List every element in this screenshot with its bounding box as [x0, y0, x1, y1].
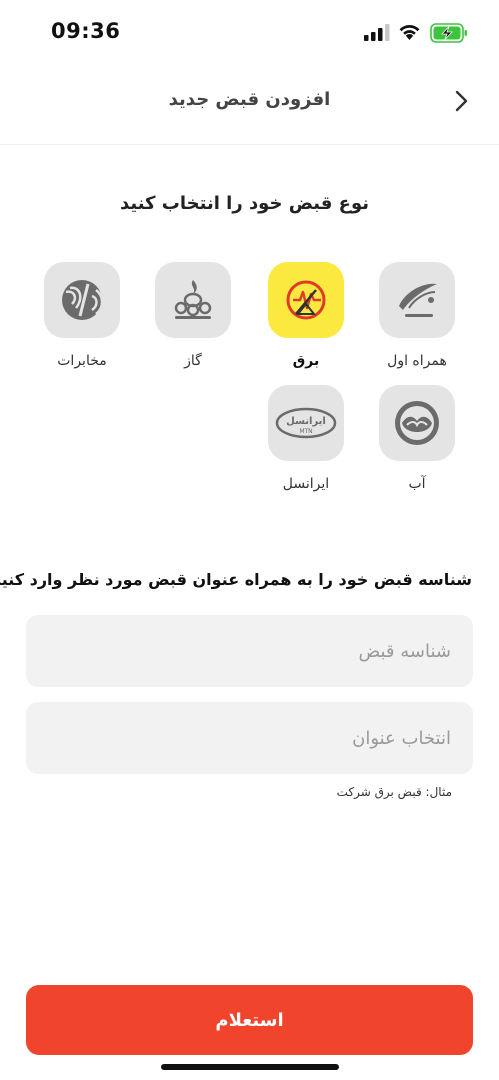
hamrah-aval-logo-icon [399, 283, 437, 317]
bill-type-telecom[interactable]: مخابرات [43, 262, 121, 369]
tile-label: آب [408, 476, 426, 492]
tile-label: گاز [184, 353, 202, 369]
tile-label: ایرانسل [282, 476, 330, 492]
bill-identification-title: شناسه قبض خود را به همراه عنوان قبض مورد… [0, 570, 472, 589]
gas-logo-icon [174, 280, 212, 319]
tile-label: برق [292, 353, 320, 369]
tile-label: همراه اول [387, 353, 447, 369]
bill-type-title: نوع قبض خود را انتخاب کنید [119, 193, 369, 214]
bill-type-hamrah-aval[interactable]: همراه اول [378, 262, 456, 369]
bill-type-water[interactable]: آب [378, 385, 456, 492]
electricity-logo-icon [286, 280, 326, 320]
chevron-right-icon[interactable] [451, 88, 473, 114]
bill-title-hint: مثال: قبض برق شرکت [336, 785, 452, 799]
water-logo-icon [395, 401, 439, 445]
battery-charging-icon [430, 23, 467, 43]
page-header: افزودن قبض جدید [0, 62, 499, 145]
status-time: 09:36 [51, 19, 121, 43]
tile-label: مخابرات [57, 353, 107, 369]
wifi-icon [399, 25, 420, 40]
bill-title-input[interactable] [26, 702, 473, 774]
irancell-logo-text: ایرانسل [286, 416, 326, 427]
bill-type-irancell[interactable]: ایرانسل MTN ایرانسل [267, 385, 345, 492]
irancell-logo-sub: MTN [299, 428, 312, 435]
bill-type-gas[interactable]: گاز [154, 262, 232, 369]
telecom-logo-icon [62, 280, 104, 320]
status-bar: 09:36 [0, 0, 499, 62]
bill-type-electricity[interactable]: برق [267, 262, 345, 369]
home-indicator [161, 1064, 339, 1070]
irancell-logo-icon: ایرانسل MTN [275, 407, 337, 439]
bill-id-input[interactable] [26, 615, 473, 687]
page-title: افزودن قبض جدید [168, 89, 331, 110]
add-bill-screen: 09:36 افزودن قبض جدید نوع قبض خود را انت… [0, 0, 499, 1080]
cellular-signal-icon [364, 24, 390, 41]
inquiry-button[interactable]: استعلام [26, 985, 473, 1055]
